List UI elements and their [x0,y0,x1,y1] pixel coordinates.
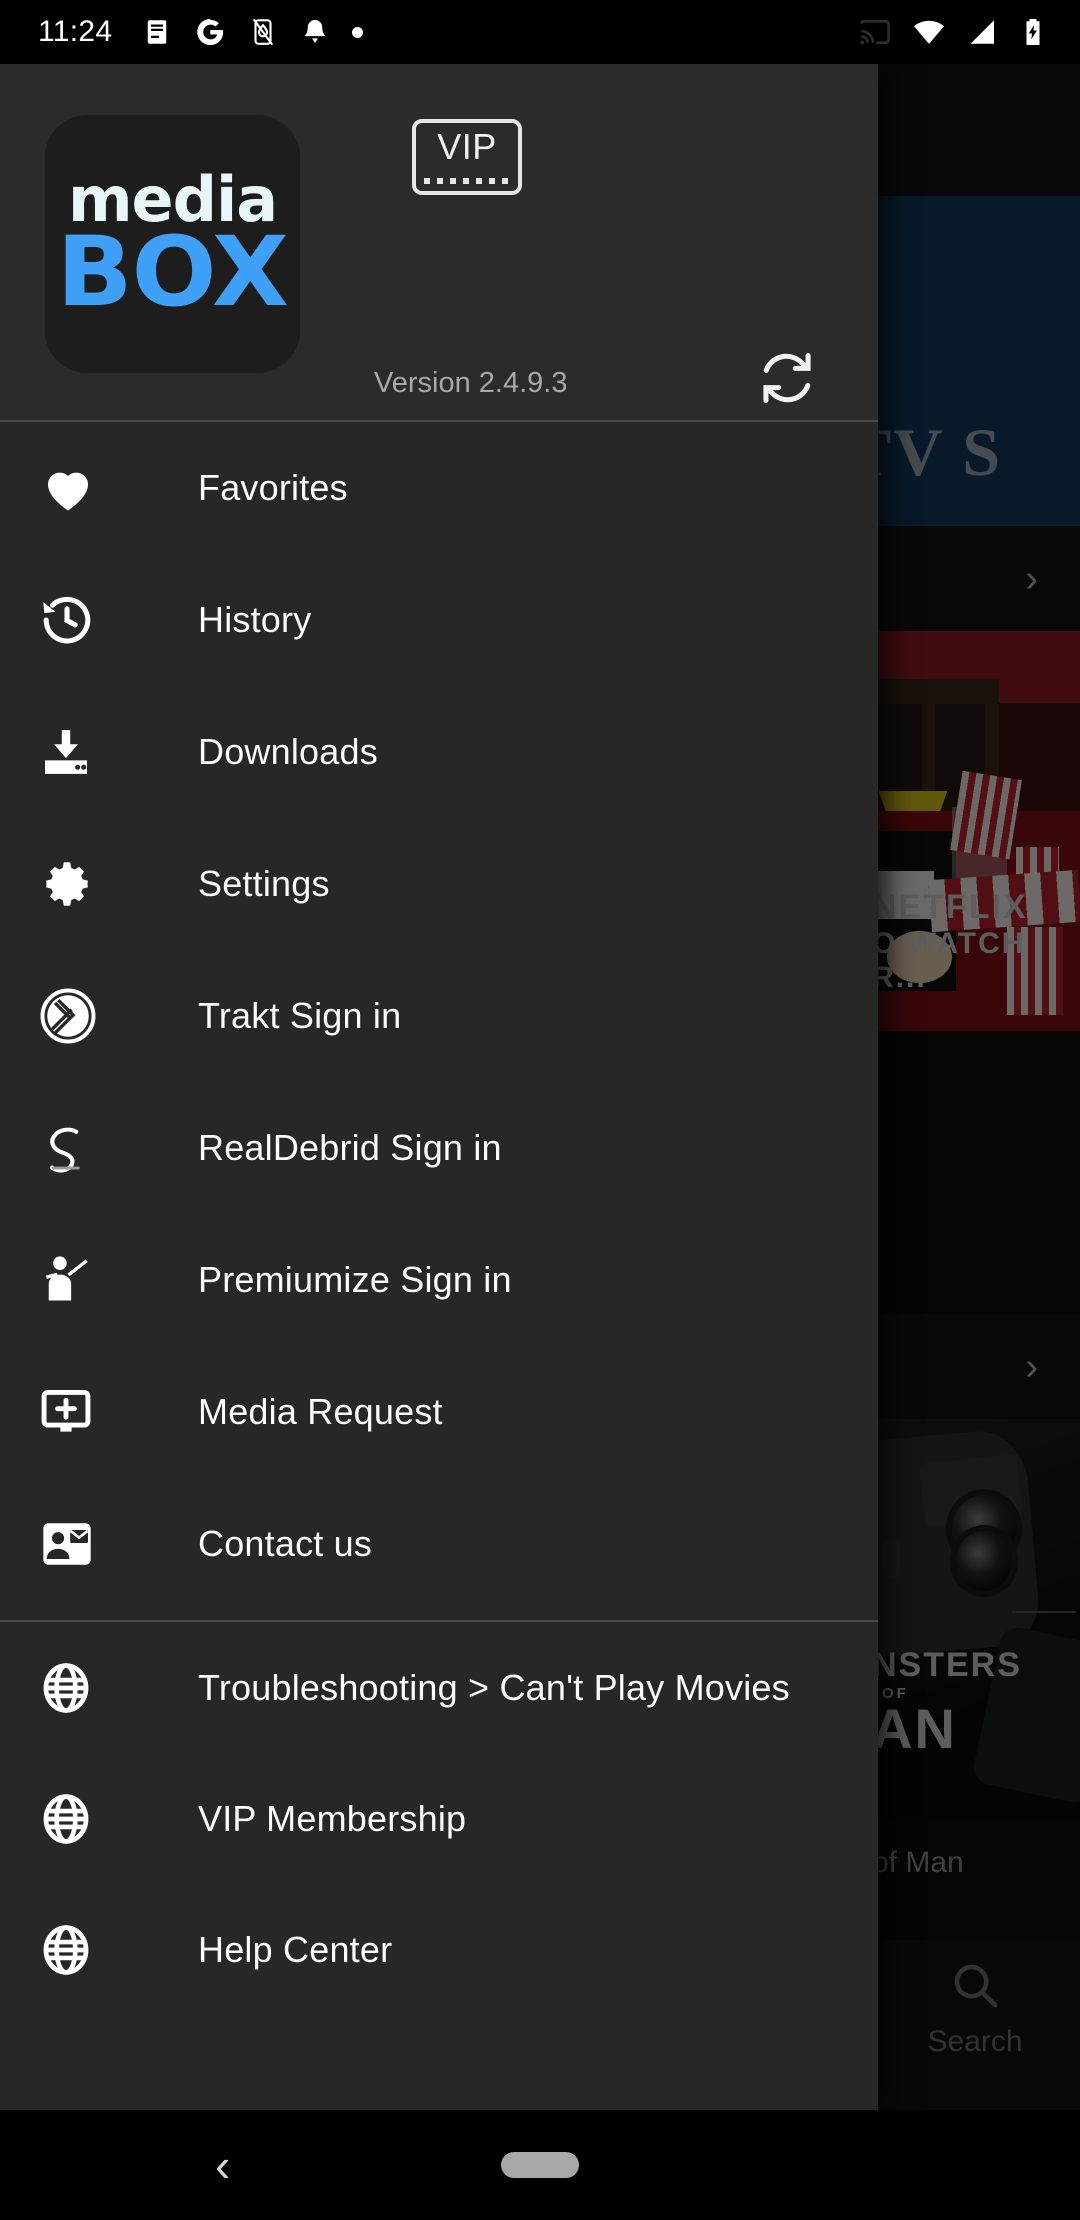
status-bar-notification-icons [142,16,364,48]
globe-icon [0,1660,198,1716]
menu-item-troubleshooting-label: Troubleshooting > Can't Play Movies [198,1666,790,1708]
navigation-drawer: media BOX VIP Version 2.4.9.3 Favorites … [0,64,878,2110]
menu-item-vip-membership[interactable]: VIP Membership [0,1753,878,1884]
app-logo: media BOX [45,115,300,373]
trakt-logo-icon [0,986,198,1046]
vip-badge: VIP [412,119,522,195]
premiumize-logo-icon [0,1252,198,1308]
android-navigation-bar: ‹ [0,2110,1080,2220]
globe-icon [0,1791,198,1847]
logo-text-box: BOX [56,216,289,329]
menu-item-media-request-label: Media Request [198,1391,443,1432]
menu-item-troubleshooting[interactable]: Troubleshooting > Can't Play Movies [0,1622,878,1753]
refresh-sync-icon [763,353,811,403]
menu-item-downloads[interactable]: Downloads [0,686,878,818]
wifi-icon [913,20,945,44]
menu-item-settings-label: Settings [198,863,330,904]
menu-item-favorites[interactable]: Favorites [0,422,878,554]
menu-item-help-center[interactable]: Help Center [0,1884,878,2015]
menu-item-favorites-label: Favorites [198,467,348,508]
vip-badge-label: VIP [437,126,497,167]
history-clock-icon [0,591,198,649]
menu-item-premiumize-sign-in[interactable]: Premiumize Sign in [0,1214,878,1346]
globe-icon [0,1922,198,1978]
menu-item-contact-us-label: Contact us [198,1523,373,1564]
cast-icon [860,19,890,45]
gear-icon [0,855,198,913]
app-version-label: Version 2.4.9.3 [374,367,568,399]
menu-item-realdebrid-sign-in[interactable]: RealDebrid Sign in [0,1082,878,1214]
dot-icon [352,26,364,38]
refresh-button[interactable] [755,346,819,410]
cellular-signal-icon [970,20,994,44]
menu-item-realdebrid-label: RealDebrid Sign in [198,1127,502,1168]
alarm-off-icon [253,18,274,46]
battery-charging-icon [1026,19,1040,45]
phone-screen: TV S › [0,0,1080,2220]
menu-item-media-request[interactable]: Media Request [0,1346,878,1478]
alarm-bell-icon [304,20,326,43]
heart-icon [0,458,198,518]
menu-item-trakt-label: Trakt Sign in [198,995,402,1036]
monitor-plus-icon [0,1384,198,1440]
menu-item-vip-membership-label: VIP Membership [198,1797,467,1839]
film-strip-icon [424,178,510,184]
drawer-menu-links: Troubleshooting > Can't Play Movies VIP … [0,1622,878,2015]
home-pill-icon[interactable] [501,2152,579,2178]
status-bar-system-icons [858,15,1048,49]
menu-item-help-center-label: Help Center [198,1928,393,1970]
drawer-menu-primary: Favorites History Downloads Settings Tra… [0,422,878,1610]
realdebrid-logo-icon [0,1119,198,1177]
menu-item-trakt-sign-in[interactable]: Trakt Sign in [0,950,878,1082]
menu-item-downloads-label: Downloads [198,731,378,772]
status-bar: 11:24 [0,0,1080,64]
menu-item-contact-us[interactable]: Contact us [0,1478,878,1610]
notes-icon [148,20,167,44]
contact-mail-icon [0,1515,198,1573]
back-chevron-icon[interactable]: ‹ [215,2142,230,2188]
menu-item-history[interactable]: History [0,554,878,686]
menu-item-settings[interactable]: Settings [0,818,878,950]
menu-item-premiumize-label: Premiumize Sign in [198,1259,512,1300]
download-tray-icon [0,724,198,780]
drawer-header: media BOX VIP Version 2.4.9.3 [0,64,878,420]
menu-item-history-label: History [198,599,312,640]
google-icon [197,18,224,46]
status-bar-clock: 11:24 [38,15,113,48]
